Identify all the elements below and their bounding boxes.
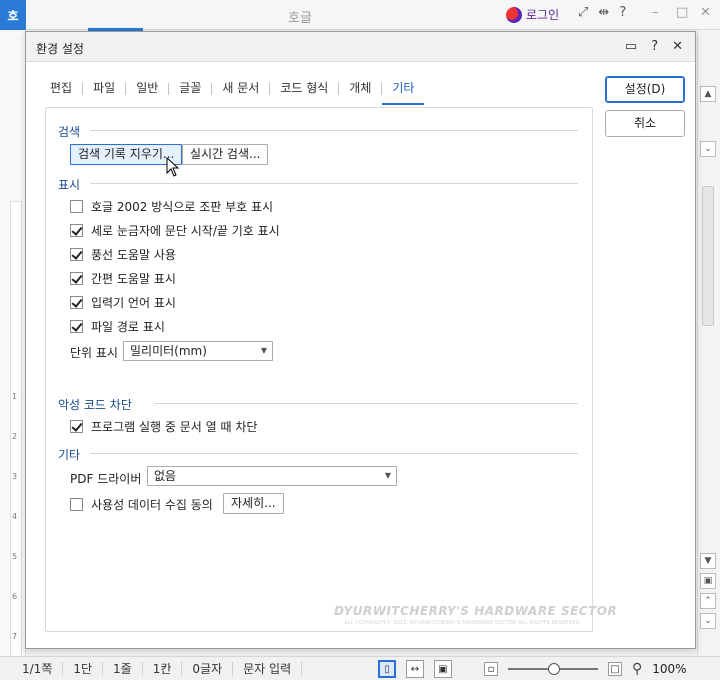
ok-button[interactable]: 설정(D): [605, 76, 685, 103]
status-line: 1줄: [103, 661, 143, 676]
dialog-tabs: 편집 파일 일반 글꼴 새 문서 코드 형식 개체 기타: [40, 75, 425, 105]
section-display-title: 표시: [58, 178, 81, 192]
option-file-path[interactable]: 파일 경로 표시: [70, 318, 165, 335]
zoom-slider[interactable]: [508, 663, 598, 675]
tab-other[interactable]: 기타: [382, 75, 425, 105]
resize-icon[interactable]: ⇹: [598, 5, 609, 20]
statusbar: 1/1쪽 1단 1줄 1칸 0글자 문자 입력 ▯ ↔ ▣ ▫ □ ⚲ 100%: [0, 656, 720, 680]
watermark-title: DYURWITCHERRY'S HARDWARE SECTOR: [334, 604, 618, 618]
tab-new-document[interactable]: 새 문서: [212, 75, 269, 103]
chevron-down-icon: ▼: [384, 471, 391, 480]
pdf-driver-select[interactable]: 없음 ▼: [147, 466, 397, 486]
tab-objects[interactable]: 개체: [339, 75, 381, 103]
option-ime-language[interactable]: 입력기 언어 표시: [70, 294, 176, 311]
checkbox[interactable]: [70, 296, 83, 309]
tab-code-format[interactable]: 코드 형식: [270, 75, 338, 103]
scroll-thumb[interactable]: [702, 186, 714, 326]
ruler-number: 2: [12, 432, 18, 441]
close-icon[interactable]: ✕: [700, 5, 711, 20]
next-page-icon[interactable]: ⌄: [700, 613, 716, 629]
login-label: 로그인: [526, 8, 560, 22]
section-other-title: 기타: [58, 448, 81, 462]
page-icon[interactable]: ▣: [700, 573, 716, 589]
checkbox[interactable]: [70, 420, 83, 433]
app-titlebar: 호 호글 로그인 ⤢ ⇹ ? – □ ✕: [0, 0, 720, 31]
status-chars: 0글자: [182, 661, 234, 676]
pdf-driver-label: PDF 드라이버: [70, 472, 142, 486]
ruler-number: 6: [12, 592, 18, 601]
checkbox[interactable]: [70, 248, 83, 261]
details-button[interactable]: 자세히...: [223, 493, 284, 514]
option-balloon-help[interactable]: 풍선 도움말 사용: [70, 246, 176, 263]
mouse-pointer-icon: [166, 157, 180, 177]
zoom-in-icon[interactable]: □: [608, 662, 622, 676]
tab-file[interactable]: 파일: [83, 75, 125, 103]
tab-edit[interactable]: 편집: [40, 75, 82, 103]
option-hwp2002-marks[interactable]: 호글 2002 방식으로 조판 부호 표시: [70, 198, 273, 215]
title-icons: ⤢ ⇹ ?: [578, 5, 626, 20]
section-malicious-code-title: 악성 코드 차단: [58, 398, 132, 412]
option-usage-data[interactable]: 사용성 데이터 수집 동의: [70, 496, 213, 513]
chevron-down-icon: ▼: [260, 346, 267, 355]
dialog-help-icon[interactable]: ?: [651, 39, 658, 54]
vertical-scrollbar[interactable]: ▲ ⌄ ▼ ▣ ⌃ ⌄: [697, 31, 720, 656]
checkbox[interactable]: [70, 224, 83, 237]
fullscreen-icon[interactable]: ⤢: [578, 5, 588, 20]
tab-general[interactable]: 일반: [126, 75, 168, 103]
scroll-up-icon[interactable]: ▲: [700, 86, 716, 102]
option-quick-help[interactable]: 간편 도움말 표시: [70, 270, 176, 287]
preferences-dialog: 환경 설정 ▭ ? ✕ 편집 파일 일반 글꼴 새 문서 코드 형식 개체 기타…: [25, 31, 696, 649]
ruler-number: 5: [12, 552, 18, 561]
vertical-ruler: 1 2 3 4 5 6 7: [10, 201, 22, 671]
realtime-search-button[interactable]: 실시간 검색...: [182, 144, 269, 165]
comment-icon[interactable]: ▭: [625, 39, 637, 54]
checkbox[interactable]: [70, 200, 83, 213]
unit-select[interactable]: 밀리미터(mm) ▼: [123, 341, 273, 361]
checkbox[interactable]: [70, 320, 83, 333]
ruler-number: 3: [12, 472, 18, 481]
minimize-icon[interactable]: –: [652, 5, 659, 20]
dialog-titlebar: 환경 설정 ▭ ? ✕: [26, 32, 695, 62]
status-input-mode[interactable]: 문자 입력: [233, 661, 303, 676]
login-button[interactable]: 로그인: [506, 6, 559, 23]
dialog-close-icon[interactable]: ✕: [672, 39, 683, 54]
scroll-down-icon[interactable]: ▼: [700, 553, 716, 569]
collapse-icon[interactable]: ⌄: [700, 141, 716, 157]
zoom-out-icon[interactable]: ▫: [484, 662, 498, 676]
width-view-icon[interactable]: ↔: [406, 660, 424, 678]
help-icon[interactable]: ?: [619, 5, 626, 20]
account-icon: [506, 6, 522, 23]
status-column: 1칸: [143, 661, 183, 676]
prev-page-icon[interactable]: ⌃: [700, 593, 716, 609]
page-view-icon[interactable]: ▯: [378, 660, 396, 678]
section-search-title: 검색: [58, 125, 81, 139]
ruler-number: 1: [12, 392, 18, 401]
maximize-icon[interactable]: □: [676, 5, 688, 20]
tab-fonts[interactable]: 글꼴: [169, 75, 211, 103]
ruler-number: 4: [12, 512, 18, 521]
full-view-icon[interactable]: ▣: [434, 660, 452, 678]
cancel-button[interactable]: 취소: [605, 110, 685, 137]
document-left-margin: 1 2 3 4 5 6 7: [0, 31, 26, 671]
zoom-level[interactable]: 100%: [652, 662, 686, 676]
checkbox[interactable]: [70, 498, 83, 511]
watermark-subtitle: ALL COPYRIGHT© 2015, DYURWITCHERRY'S HAR…: [344, 620, 582, 626]
unit-label: 단위 표시: [70, 346, 118, 360]
dialog-title: 환경 설정: [36, 42, 84, 56]
status-section: 1단: [63, 661, 104, 676]
options-panel: 검색 검색 기록 지우기... 실시간 검색... 표시 호글 2002 방식으…: [45, 107, 593, 632]
view-controls: ▯ ↔ ▣ ▫ □ ⚲ 100%: [378, 660, 687, 678]
ruler-number: 7: [12, 632, 18, 641]
checkbox[interactable]: [70, 272, 83, 285]
status-page: 1/1쪽: [0, 661, 64, 676]
magnifier-icon[interactable]: ⚲: [632, 661, 642, 677]
zoom-slider-knob[interactable]: [548, 663, 560, 675]
option-block-on-open[interactable]: 프로그램 실행 중 문서 열 때 차단: [70, 418, 257, 435]
option-ruler-paragraph-marks[interactable]: 세로 눈금자에 문단 시작/끝 기호 표시: [70, 222, 280, 239]
